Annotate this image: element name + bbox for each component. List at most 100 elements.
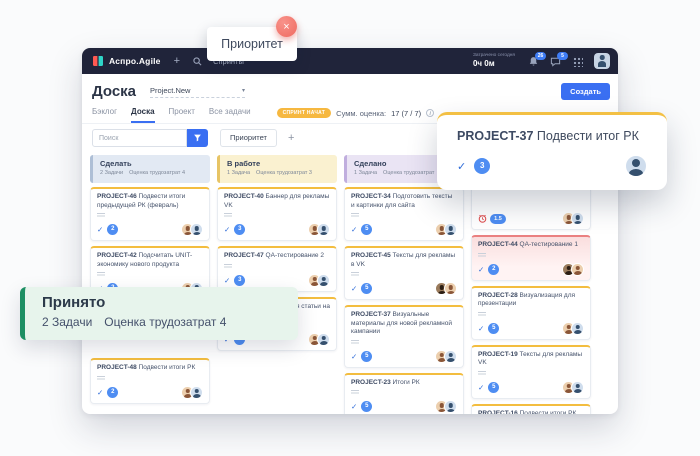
- done-check-icon: ✓: [97, 225, 103, 234]
- assignee-avatars: [562, 381, 584, 394]
- tab-board[interactable]: Доска: [131, 107, 154, 123]
- task-card-project-47[interactable]: PROJECT-47 QA-тестирование 2✓3: [217, 246, 337, 292]
- task-card-project-16[interactable]: PROJECT-16 Подвести итоги РК: [471, 404, 591, 415]
- task-card-project-23[interactable]: PROJECT-23 Итоги РК✓5: [344, 373, 464, 415]
- task-card-footer: ✓3: [224, 274, 330, 287]
- task-card-footer: ✓5: [351, 223, 457, 236]
- notifications-count: 26: [535, 52, 546, 61]
- estimate-badge: 2: [488, 264, 499, 275]
- avatar: [571, 322, 584, 335]
- task-card-project-45[interactable]: PROJECT-45 Тексты для рекламы в VK✓5: [344, 246, 464, 300]
- avatar: [571, 263, 584, 276]
- tab-list: Бэклог Доска Проект Все задачи: [92, 107, 251, 123]
- column-title: В работе: [227, 159, 330, 168]
- info-icon[interactable]: i: [426, 109, 434, 117]
- task-card-project-28[interactable]: PROJECT-28 Визуализация для презентации ✓…: [471, 286, 591, 340]
- assignee-avatars: [435, 223, 457, 236]
- task-id: PROJECT-37: [457, 129, 533, 143]
- estimate-badge: 2: [107, 224, 118, 235]
- description-icon: [478, 253, 486, 258]
- estimate-badge: 3: [234, 275, 245, 286]
- estimate-badge: 3: [474, 158, 490, 174]
- done-check-icon: ✓: [351, 352, 357, 361]
- task-card-project-48[interactable]: PROJECT-48 Подвести итоги РК✓2: [90, 358, 210, 404]
- avatar: [625, 155, 647, 177]
- column-header-todo[interactable]: Сделать2 ЗадачиОценка трудозатрат 4: [90, 155, 210, 183]
- task-card[interactable]: 1.5: [471, 184, 591, 230]
- assignee-avatars: [562, 263, 584, 276]
- description-icon: [97, 272, 105, 277]
- ghost-title: Принято: [42, 294, 298, 311]
- toolbar: Доска Project.New ▾ Создать: [82, 74, 618, 103]
- task-card-title: PROJECT-23 Итоги РК: [351, 379, 457, 388]
- task-card-project-46[interactable]: PROJECT-46 Подвести итоги предыдущей РК …: [90, 187, 210, 241]
- task-card-project-19[interactable]: PROJECT-19 Тексты для рекламы VK✓5: [471, 345, 591, 399]
- assignee-avatars: [562, 212, 584, 225]
- avatar: [444, 350, 457, 363]
- task-card-project-37[interactable]: PROJECT-37 Визуальные материалы для ново…: [344, 305, 464, 368]
- avatar: [317, 274, 330, 287]
- avatar: [190, 386, 203, 399]
- screenshot-stage: Аспро.Agile + Спринты Затрачено сегодня …: [0, 0, 700, 456]
- summary-label: Сумм. оценка:: [336, 109, 386, 118]
- tab-all-tasks[interactable]: Все задачи: [209, 107, 251, 123]
- assignee-avatars: [181, 386, 203, 399]
- messages-button[interactable]: 5: [550, 56, 561, 67]
- task-card-project-34[interactable]: PROJECT-34 Подготовить тексты и картинки…: [344, 187, 464, 241]
- task-popup-footer: ✓ 3: [457, 155, 647, 177]
- add-icon[interactable]: +: [174, 56, 180, 66]
- avatar: [571, 381, 584, 394]
- summary-value: 17 (7 / 7): [391, 109, 421, 118]
- done-check-icon: ✓: [224, 225, 230, 234]
- page-title: Доска: [92, 83, 136, 100]
- search-input[interactable]: [92, 129, 187, 147]
- avatar: [190, 223, 203, 236]
- done-check-icon: ✓: [351, 225, 357, 234]
- avatar: [444, 223, 457, 236]
- priority-filter-chip[interactable]: Приоритет: [220, 129, 277, 147]
- filter-button[interactable]: [187, 129, 208, 147]
- task-card-title: PROJECT-42 Подсчитать UNIT-экономику нов…: [97, 252, 203, 269]
- task-card-footer: 1.5: [478, 212, 584, 225]
- done-check-icon: ✓: [457, 160, 466, 173]
- time-tracker[interactable]: Затрачено сегодня 0ч 0м: [473, 54, 515, 68]
- task-title: Подвести итог РК: [537, 129, 639, 143]
- board-select-value: Project.New: [150, 86, 190, 95]
- task-card-title: PROJECT-46 Подвести итоги предыдущей РК …: [97, 193, 203, 210]
- task-card-footer: ✓5: [478, 322, 584, 335]
- task-card-project-40[interactable]: PROJECT-40 Баннер для рекламы VK✓3: [217, 187, 337, 241]
- ghost-effort: Оценка трудозатрат 4: [104, 315, 226, 329]
- task-card-title: PROJECT-16 Подвести итоги РК: [478, 410, 584, 415]
- task-popup[interactable]: PROJECT-37 Подвести итог РК ✓ 3: [437, 112, 667, 190]
- time-tracker-value: 0ч 0м: [473, 60, 515, 68]
- funnel-icon: [193, 133, 202, 143]
- tab-project[interactable]: Проект: [169, 107, 195, 123]
- notifications-button[interactable]: 26: [528, 56, 539, 67]
- user-avatar[interactable]: [594, 53, 610, 69]
- assignee-avatars: [562, 322, 584, 335]
- task-popup-title: PROJECT-37 Подвести итог РК: [457, 129, 647, 143]
- search-icon[interactable]: [193, 57, 202, 66]
- estimate-badge: 2: [107, 387, 118, 398]
- estimate-badge: 5: [361, 283, 372, 294]
- assignee-avatars: [308, 223, 330, 236]
- apps-grid-icon[interactable]: [572, 56, 583, 67]
- board-select[interactable]: Project.New ▾: [150, 86, 245, 98]
- task-card-title: PROJECT-37 Визуальные материалы для ново…: [351, 311, 457, 337]
- topbar: Аспро.Agile + Спринты Затрачено сегодня …: [82, 48, 618, 74]
- done-check-icon: ✓: [224, 276, 230, 285]
- estimate-badge: 5: [361, 224, 372, 235]
- description-icon: [478, 371, 486, 376]
- create-button[interactable]: Создать: [561, 83, 610, 100]
- task-card-project-44[interactable]: PROJECT-44 QA-тестирование 1✓2: [471, 235, 591, 281]
- column-header-in-progress[interactable]: В работе1 ЗадачаОценка трудозатрат 3: [217, 155, 337, 183]
- tab-backlog[interactable]: Бэклог: [92, 107, 117, 123]
- avatar: [444, 400, 457, 413]
- chevron-down-icon: ▾: [242, 87, 245, 94]
- column-title: Сделать: [100, 159, 203, 168]
- task-card-title: PROJECT-28 Визуализация для презентации: [478, 292, 584, 309]
- done-check-icon: ✓: [351, 402, 357, 411]
- avatar: [317, 333, 330, 346]
- add-filter-button[interactable]: +: [288, 133, 294, 143]
- close-tooltip-button[interactable]: ×: [276, 16, 297, 37]
